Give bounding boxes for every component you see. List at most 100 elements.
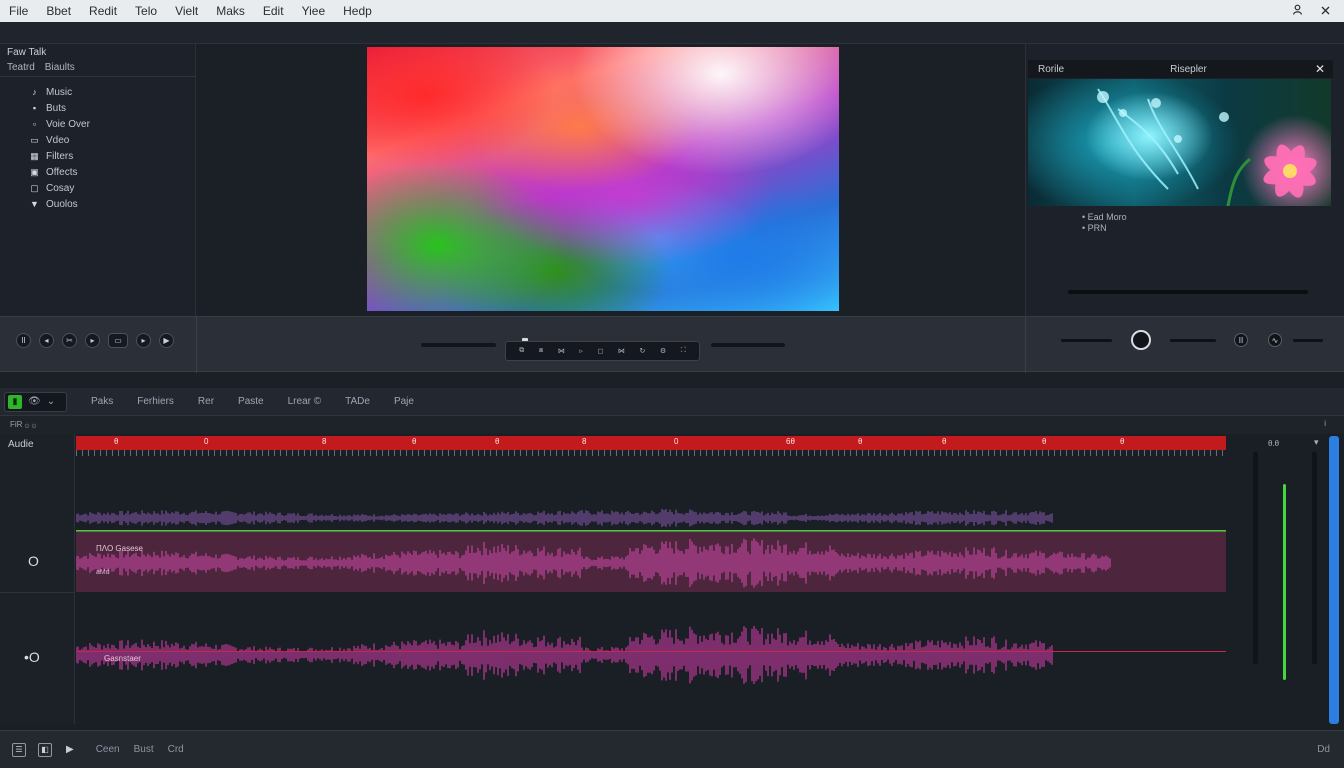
pause-icon[interactable]: II — [1234, 333, 1248, 347]
wave-icon[interactable]: ∿ — [1268, 333, 1282, 347]
rewind-icon[interactable]: ⧈ — [539, 347, 543, 355]
inspector-subtitle: Risepler — [1170, 63, 1207, 75]
mic-icon: ▫ — [32, 119, 37, 129]
tab-paste[interactable]: Paste — [238, 396, 264, 407]
play-button[interactable]: ▸ — [85, 333, 100, 348]
divider — [0, 592, 75, 593]
menu-file[interactable]: File — [0, 4, 37, 18]
preview-frame[interactable] — [367, 47, 839, 311]
ruler-mark: θ — [412, 437, 417, 446]
tab-ferhiers[interactable]: Ferhiers — [137, 396, 174, 407]
track-1-label[interactable]: O — [28, 553, 39, 569]
list-item-cosay[interactable]: ▢ Cosay — [30, 180, 90, 196]
loop-icon[interactable]: ↻ — [639, 347, 645, 355]
inspector-header: Rorile Risepler ✕ — [1028, 60, 1333, 78]
eye-icon: 👁 — [28, 396, 41, 407]
ruler-mark: θ — [1042, 437, 1047, 446]
forward-button[interactable]: ▶ — [159, 333, 174, 348]
save-icon[interactable]: ◧ — [38, 742, 52, 757]
list-item-voice-over[interactable]: ▫ Voie Over — [30, 116, 90, 132]
play-icon[interactable]: ▹ — [579, 347, 583, 355]
divider — [0, 76, 196, 77]
pause-button[interactable]: II — [16, 333, 31, 348]
fullscreen-icon[interactable]: ⛶ — [681, 347, 686, 355]
marker-icon[interactable]: ▾ — [1314, 437, 1319, 448]
list-item-music[interactable]: ♪ Music — [30, 84, 90, 100]
media-library-panel: Faw Talk Teatrd Biaults ♪ Music ▪ Buts ▫ Vo… — [0, 44, 196, 316]
list-item-filters[interactable]: ▦ Filters — [30, 148, 90, 164]
menu-vielt[interactable]: Vielt — [166, 4, 207, 18]
ruler-mark: 0 — [674, 437, 679, 446]
loop-button[interactable]: ▭ — [108, 333, 128, 348]
timecode-label: FiR ۞ ۞ — [10, 420, 37, 429]
list-item-label: Filters — [46, 150, 74, 162]
timeline-tracks: Audie O •O θ 0 8 θ θ 8 0 6θ θ θ θ θ θ.θ … — [0, 434, 1344, 730]
prev-icon[interactable]: ⋈ — [558, 347, 565, 355]
vertical-scrollbar[interactable] — [1329, 436, 1339, 724]
list-item-label: Voie Over — [46, 118, 90, 130]
funnel-icon: ▼ — [30, 199, 39, 209]
volume-slider-left[interactable] — [1061, 339, 1112, 342]
list-item-label: Offects — [46, 166, 78, 178]
clip-1-sub: aMd — [96, 569, 110, 576]
list-item-buts[interactable]: ▪ Buts — [30, 100, 90, 116]
menu-hedp[interactable]: Hedp — [334, 4, 381, 18]
flower-icon — [1097, 88, 1317, 206]
step-back-button[interactable]: ◂ — [39, 333, 54, 348]
tab-biaults[interactable]: Biaults — [45, 62, 75, 73]
close-icon[interactable]: ✕ — [1315, 62, 1325, 76]
divider — [1025, 317, 1026, 373]
inspector-panel: Rorile Risepler ✕ • Ead Moro • PRN — [1025, 44, 1344, 316]
list-item-label: Vdeo — [46, 134, 70, 146]
ruler-mark: 6θ — [786, 437, 795, 446]
next-icon[interactable]: ⋈ — [618, 347, 625, 355]
cut-button[interactable]: ✂ — [62, 333, 77, 348]
menu-redit[interactable]: Redit — [80, 4, 126, 18]
status-label-ceen: Ceen — [95, 744, 120, 755]
scrub-slider-right[interactable] — [711, 343, 785, 347]
stop-icon[interactable]: ◻ — [598, 347, 604, 355]
ruler-ticks — [76, 450, 1226, 456]
settings-icon[interactable]: ⚙ — [660, 347, 666, 355]
layout-icon[interactable]: ☰ — [12, 742, 26, 757]
inspector-title: Rorile — [1038, 63, 1065, 75]
ruler-mark: θ — [1120, 437, 1125, 446]
menu-telo[interactable]: Telo — [126, 4, 166, 18]
playback-controls: ⧉ ⧈ ⋈ ▹ ◻ ⋈ ↻ ⚙ ⛶ — [505, 341, 700, 361]
list-item-label: Cosay — [46, 182, 75, 194]
waveform-top — [76, 508, 1053, 528]
volume-knob[interactable] — [1131, 330, 1151, 350]
list-item-ouolos[interactable]: ▼ Ouolos — [30, 196, 90, 212]
level-meter-right — [1312, 452, 1317, 664]
clip-1-name: ΠΛΟ Gasese — [96, 544, 143, 553]
menu-yiee[interactable]: Yiee — [293, 4, 335, 18]
list-item-video[interactable]: ▭ Vdeo — [30, 132, 90, 148]
inspector-progress[interactable] — [1068, 290, 1308, 294]
frame-back-icon[interactable]: ⧉ — [519, 347, 524, 355]
menu-maks[interactable]: Maks — [207, 4, 254, 18]
menu-bbet[interactable]: Bbet — [37, 4, 80, 18]
list-item-offects[interactable]: ▣ Offects — [30, 164, 90, 180]
tab-rer[interactable]: Rer — [198, 396, 214, 407]
close-icon[interactable] — [1321, 4, 1330, 18]
tab-paje[interactable]: Paje — [394, 396, 414, 407]
timeline-ruler[interactable]: θ 0 8 θ θ 8 0 6θ θ θ θ θ — [76, 436, 1226, 450]
tab-lrear[interactable]: Lrear © — [288, 396, 322, 407]
effects-icon: ▣ — [30, 166, 39, 177]
gain-slider[interactable] — [1293, 339, 1323, 342]
track-select[interactable]: ▮ 👁 ⌄ — [4, 391, 67, 412]
tab-paks[interactable]: Paks — [91, 396, 113, 407]
user-icon[interactable] — [1292, 4, 1303, 18]
tab-teatrd[interactable]: Teatrd — [7, 62, 35, 73]
next-button[interactable]: ▸ — [136, 333, 151, 348]
menu-edit[interactable]: Edit — [254, 4, 293, 18]
list-item-label: Music — [46, 86, 73, 98]
tab-tade[interactable]: TADe — [345, 396, 370, 407]
volume-slider-right[interactable] — [1170, 339, 1216, 342]
lock-icon[interactable]: i — [1324, 419, 1326, 428]
scrub-slider-left[interactable] — [421, 343, 496, 347]
track-2-label[interactable]: •O — [24, 649, 40, 665]
play-icon[interactable]: ▶ — [66, 744, 74, 755]
level-meter-fill — [1283, 484, 1286, 680]
waveform-clip-2[interactable] — [76, 626, 1226, 684]
